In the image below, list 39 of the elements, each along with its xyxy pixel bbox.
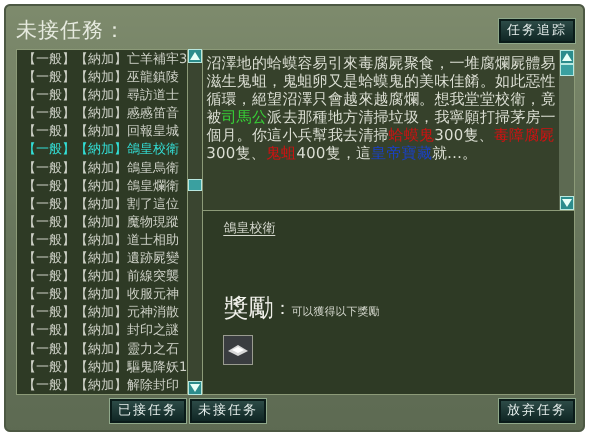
reward-slot[interactable] [223, 334, 254, 364]
quest-list-item[interactable]: 【一般】【納加】亡羊補牢3 [23, 51, 188, 70]
quest-list-item[interactable]: 【一般】【納加】靈力之石 [23, 340, 188, 359]
reward-item-icon [226, 342, 250, 356]
reward-label: 獎勵 [223, 292, 274, 324]
quest-list-item[interactable]: 【一般】【納加】前線突襲 [23, 268, 188, 286]
scroll-down-icon[interactable] [560, 196, 574, 210]
quest-list-item[interactable]: 【一般】【納加】鴿皇烏衛 [23, 160, 188, 178]
quest-list-item[interactable]: 【一般】【納加】元神消散 [23, 304, 188, 322]
scroll-down-icon[interactable] [188, 381, 202, 395]
quest-list-item[interactable]: 【一般】【納加】收服元神 [23, 286, 188, 304]
window-title: 未接任務： [16, 20, 126, 41]
quest-list-item[interactable]: 【一般】【納加】鴿皇校衛 [23, 141, 188, 160]
quest-list-item[interactable]: 【一般】【納加】回報皇城 [23, 123, 188, 142]
quest-list-item[interactable]: 【一般】【納加】割了這位 [23, 196, 188, 214]
quest-list-item[interactable]: 【一般】【納加】遺跡屍變 [23, 250, 188, 268]
quest-list-item[interactable]: 【一般】【納加】封印之謎 [23, 322, 188, 340]
scroll-thumb[interactable] [188, 179, 202, 191]
quest-list-item[interactable]: 【一般】【納加】鴿皇爛衛 [23, 178, 188, 196]
tab-button[interactable]: 已接任务 [110, 399, 186, 423]
quest-list-item[interactable]: 【一般】【納加】慼慼笛音 [23, 105, 188, 124]
quest-title: 鴿皇校衛 [223, 221, 276, 236]
quest-list-item[interactable]: 【一般】【納加】尋訪道士 [23, 87, 188, 106]
tab-button[interactable]: 放弃任务 [499, 399, 575, 423]
scrollbar[interactable] [559, 50, 574, 210]
quest-tracking-button[interactable]: 任务追踪 [499, 18, 575, 42]
quest-list-item[interactable]: 【一般】【納加】解除封印 [23, 376, 188, 395]
reward-note: 可以獲得以下獎勵 [291, 304, 380, 320]
quest-list-item[interactable]: 【一般】【納加】巫龍鎮陵 [23, 69, 188, 88]
quest-list-item[interactable]: 【一般】【納加】驅鬼降妖1 [23, 358, 188, 377]
scrollbar[interactable] [188, 49, 204, 395]
reward-colon: ： [273, 296, 292, 320]
tab-button[interactable]: 未接任务 [190, 399, 266, 423]
quest-list-item[interactable]: 【一般】【納加】魔物現蹤 [23, 214, 188, 232]
quest-list-item[interactable]: 【一般】【納加】道士相助 [23, 232, 188, 250]
scroll-up-icon[interactable] [560, 50, 574, 64]
scroll-up-icon[interactable] [188, 49, 202, 63]
quest-description: 沼澤地的蛤蟆容易引來毒腐屍聚食，一堆腐爛屍體易滋生鬼蛆，鬼蛆卵又是蛤蟆鬼的美味佳餚。如此惡性循環，絕望沼澤只會越來越腐爛。想我堂堂校衛，竟被司馬公派去那種地方清掃垃圾，我寧願打掃茅房一個月。你這小兵幫我去清掃蛤蟆鬼300隻、毒障腐屍 300隻、鬼蛆400隻，這皇帝寶藏就...。 [205, 53, 557, 164]
scroll-thumb[interactable] [560, 64, 574, 76]
